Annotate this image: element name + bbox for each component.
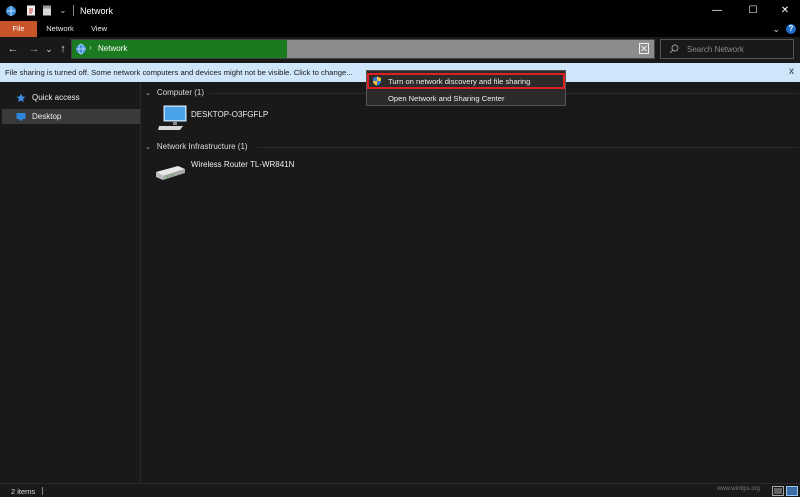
group-label: Network Infrastructure (1)	[156, 142, 248, 151]
star-icon	[16, 93, 26, 103]
router-icon	[153, 158, 187, 186]
collapse-chevron-icon[interactable]: ⌄	[145, 143, 151, 151]
menu-item-label: Open Network and Sharing Center	[388, 93, 505, 103]
menu-item-label: Turn on network discovery and file shari…	[388, 76, 531, 86]
ribbon: File Network View ⌄ ?	[0, 21, 800, 37]
shield-icon	[372, 76, 382, 88]
new-folder-icon[interactable]	[39, 3, 55, 19]
info-bar-context-menu: Turn on network discovery and file shari…	[366, 70, 566, 106]
item-count: 2 items	[11, 487, 36, 496]
help-icon[interactable]: ?	[786, 24, 796, 34]
close-button[interactable]: ✕	[767, 0, 800, 21]
sidebar-item-desktop[interactable]: Desktop	[2, 109, 140, 124]
status-bar: 2 items www.wintips.org	[0, 483, 800, 497]
forward-button[interactable]: →	[27, 42, 41, 56]
status-separator	[42, 487, 43, 495]
tab-network[interactable]: Network	[40, 21, 80, 37]
desktop-folder-icon	[16, 112, 26, 122]
title-separator	[73, 5, 74, 16]
address-bar[interactable]: › Network	[71, 39, 655, 59]
tab-view[interactable]: View	[83, 21, 115, 37]
stop-loading-icon[interactable]	[639, 43, 649, 54]
sidebar-item-label: Desktop	[32, 112, 62, 121]
computer-icon	[157, 104, 187, 134]
recent-locations-button[interactable]: ⌄	[44, 42, 54, 56]
info-bar-close-button[interactable]: x	[789, 66, 794, 77]
qat-dropdown-icon[interactable]: ⌄	[55, 3, 71, 19]
info-bar-message[interactable]: File sharing is turned off. Some network…	[5, 68, 353, 77]
explorer-app-icon[interactable]	[3, 3, 19, 19]
properties-icon[interactable]	[23, 3, 39, 19]
back-button[interactable]: ←	[6, 42, 20, 56]
details-view-icon[interactable]	[772, 486, 784, 496]
address-path[interactable]: Network	[98, 44, 127, 53]
large-icons-view-icon[interactable]	[786, 486, 798, 496]
search-input[interactable]: Search Network	[687, 45, 744, 54]
group-label: Computer (1)	[156, 88, 204, 97]
window-title: Network	[80, 5, 114, 16]
sidebar-item-label: Quick access	[32, 93, 80, 102]
watermark: www.wintips.org	[716, 486, 760, 492]
up-button[interactable]: ↑	[57, 42, 69, 56]
expand-ribbon-icon[interactable]: ⌄	[772, 24, 780, 35]
maximize-button[interactable]: ☐	[735, 0, 771, 21]
title-bar: ⌄ Network — ☐ ✕	[0, 0, 800, 21]
ribbon-right-controls: ⌄ ?	[772, 22, 800, 36]
file-list-pane: ⌄ Computer (1) DESKTOP-O3FGFLP ⌄ Network…	[141, 82, 800, 483]
network-globe-icon	[75, 43, 87, 57]
sidebar-item-quick-access[interactable]: Quick access	[2, 90, 140, 105]
item-label: DESKTOP-O3FGFLP	[191, 110, 269, 119]
search-box[interactable]: Search Network	[660, 39, 794, 59]
menu-item-open-network-sharing-center[interactable]: Open Network and Sharing Center	[367, 90, 565, 106]
breadcrumb-chevron-icon[interactable]: ›	[89, 43, 92, 52]
menu-item-turn-on-network-discovery[interactable]: Turn on network discovery and file shari…	[367, 73, 565, 89]
group-header-computer[interactable]: ⌄ Computer (1)	[145, 88, 204, 97]
tab-file[interactable]: File	[0, 21, 37, 37]
item-label: Wireless Router TL-WR841N	[191, 160, 295, 169]
list-item-computer[interactable]: DESKTOP-O3FGFLP	[157, 104, 268, 134]
minimize-button[interactable]: —	[699, 0, 735, 21]
list-item-router[interactable]: Wireless Router TL-WR841N	[153, 158, 294, 186]
navigation-bar: ← → ⌄ ↑ › Network Search Network	[0, 37, 800, 62]
group-header-network-infrastructure[interactable]: ⌄ Network Infrastructure (1)	[145, 142, 248, 151]
group-divider	[257, 147, 799, 148]
navigation-pane: Quick access Desktop	[0, 82, 141, 483]
search-icon	[669, 44, 679, 56]
collapse-chevron-icon[interactable]: ⌄	[145, 89, 151, 97]
